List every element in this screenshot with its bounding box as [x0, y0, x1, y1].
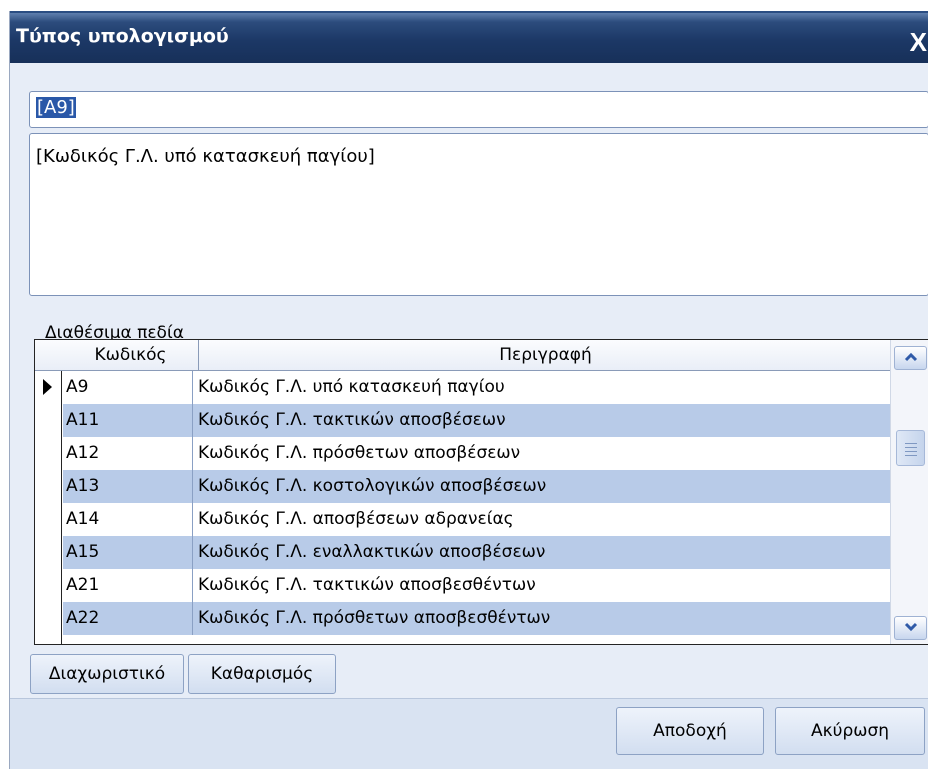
row-pointer-icon	[43, 379, 52, 395]
row-description: Κωδικός Γ.Λ. πρόσθετων αποσβέσεων	[198, 443, 521, 463]
row-description: Κωδικός Γ.Λ. τακτικών αποσβεσθέντων	[198, 575, 536, 595]
table-row[interactable]: A12 Κωδικός Γ.Λ. πρόσθετων αποσβέσεων	[63, 437, 893, 470]
row-code: A15	[63, 536, 193, 569]
scroll-grip-line	[905, 443, 917, 444]
formula-input[interactable]: [A9]	[29, 91, 928, 128]
grid-header: Κωδικός Περιγραφή	[35, 340, 928, 371]
row-code: A11	[63, 404, 193, 437]
chevron-up-icon	[904, 352, 917, 362]
title-bar[interactable]: Τύπος υπολογισμού X	[10, 11, 928, 63]
available-fields-grid[interactable]: Κωδικός Περιγραφή A9 Κωδικός Γ.Λ. υπό κα…	[34, 339, 928, 645]
row-code: A14	[63, 503, 193, 536]
table-row[interactable]: A15 Κωδικός Γ.Λ. εναλλακτικών αποσβέσεων	[63, 536, 893, 569]
scroll-grip-line	[905, 451, 917, 452]
dialog-title: Τύπος υπολογισμού	[16, 25, 229, 47]
row-description: Κωδικός Γ.Λ. εναλλακτικών αποσβέσεων	[198, 542, 546, 562]
row-description: Κωδικός Γ.Λ. τακτικών αποσβέσεων	[198, 410, 506, 430]
chevron-down-icon	[904, 622, 917, 632]
column-header-description[interactable]: Περιγραφή	[199, 340, 892, 371]
calculation-type-dialog: Τύπος υπολογισμού X [A9] [Κωδικός Γ.Λ. υ…	[9, 11, 928, 769]
row-description: Κωδικός Γ.Λ. κοστολογικών αποσβέσεων	[198, 476, 547, 496]
accept-button[interactable]: Αποδοχή	[616, 707, 764, 755]
row-code: A22	[63, 602, 193, 635]
row-description: Κωδικός Γ.Λ. αποσβέσεων αδρανείας	[198, 509, 514, 529]
table-row[interactable]: A13 Κωδικός Γ.Λ. κοστολογικών αποσβέσεων	[63, 470, 893, 503]
row-code: A12	[63, 437, 193, 470]
separator-button[interactable]: Διαχωριστικό	[30, 654, 184, 694]
row-code: A9	[63, 371, 193, 404]
column-header-code[interactable]: Κωδικός	[63, 340, 199, 371]
scroll-up-button[interactable]	[894, 346, 927, 370]
row-description: Κωδικός Γ.Λ. υπό κατασκευή παγίου	[198, 377, 505, 397]
clear-button[interactable]: Καθαρισμός	[188, 654, 336, 694]
formula-value: [A9]	[36, 97, 76, 118]
row-description: Κωδικός Γ.Λ. πρόσθετων αποσβεσθέντων	[198, 608, 551, 628]
cancel-button[interactable]: Ακύρωση	[775, 707, 925, 755]
row-code: A21	[63, 569, 193, 602]
table-row[interactable]: A9 Κωδικός Γ.Λ. υπό κατασκευή παγίου	[63, 371, 893, 404]
table-row[interactable]: A21 Κωδικός Γ.Λ. τακτικών αποσβεσθέντων	[63, 569, 893, 602]
table-row[interactable]: A14 Κωδικός Γ.Λ. αποσβέσεων αδρανείας	[63, 503, 893, 536]
row-code: A13	[63, 470, 193, 503]
table-row[interactable]: A22 Κωδικός Γ.Λ. πρόσθετων αποσβεσθέντων	[63, 602, 893, 635]
vertical-scrollbar[interactable]	[890, 340, 928, 644]
column-header-code-label: Κωδικός	[94, 345, 167, 365]
table-row[interactable]: A11 Κωδικός Γ.Λ. τακτικών αποσβέσεων	[63, 404, 893, 437]
scroll-grip-line	[905, 455, 917, 456]
scroll-grip-line	[905, 447, 917, 448]
column-header-description-label: Περιγραφή	[499, 345, 592, 365]
formula-description-area[interactable]: [Κωδικός Γ.Λ. υπό κατασκευή παγίου]	[29, 133, 928, 296]
scroll-thumb[interactable]	[896, 430, 925, 466]
close-icon[interactable]: X	[910, 29, 927, 55]
scroll-down-button[interactable]	[894, 616, 927, 640]
